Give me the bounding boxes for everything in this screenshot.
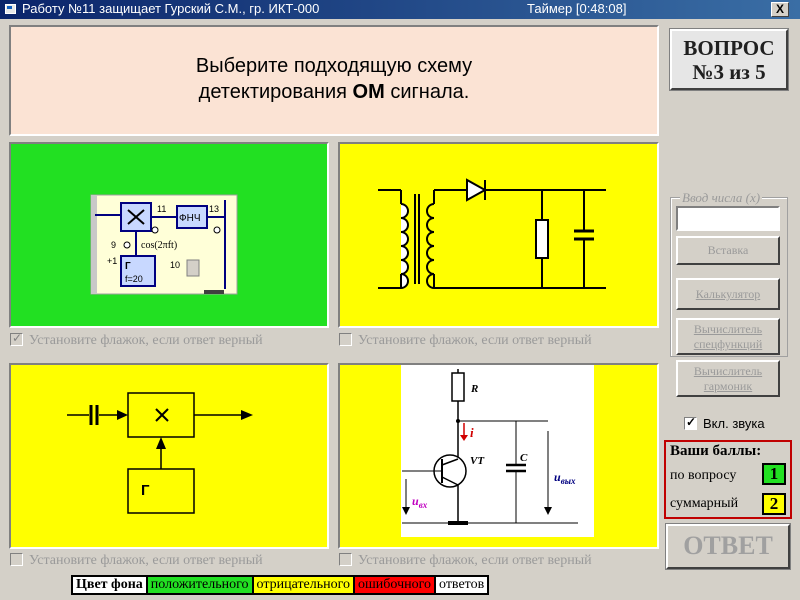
lpf-label: ФНЧ — [179, 213, 201, 224]
legend-answers: ответов — [436, 577, 488, 593]
total-label: суммарный — [670, 496, 739, 511]
per-question-label: по вопросу — [670, 468, 737, 483]
scores-panel: Ваши баллы: по вопросу 1 суммарный 2 — [664, 440, 792, 519]
resistor-r-symbol — [451, 372, 465, 402]
resistor-r-label: R — [470, 383, 478, 395]
question-box: Выберите подходящую схему детектирования… — [9, 25, 659, 136]
pin-9-label: 9 — [111, 240, 116, 250]
checkbox-1-box[interactable] — [10, 331, 23, 346]
option-panel-3[interactable]: Г — [9, 363, 329, 549]
pin-10-label: 10 — [170, 260, 180, 270]
radio-pin-13[interactable] — [213, 226, 221, 234]
app-icon — [5, 4, 16, 14]
radio-pin-11[interactable] — [151, 226, 159, 234]
option-4-checkbox-label: Установите флажок, если ответ верный — [358, 553, 592, 568]
legend-negative: отрицательного — [253, 577, 356, 593]
option-1-checkbox-label: Установите флажок, если ответ верный — [29, 333, 263, 348]
number-input-legend: Ввод числа (x) — [680, 190, 763, 206]
current-i-label: i — [470, 425, 474, 440]
pin-13-label: 13 — [209, 204, 219, 214]
checkbox-2-box[interactable] — [339, 333, 352, 346]
cos-label: cos(2πft) — [141, 240, 177, 251]
sound-checkbox[interactable] — [684, 415, 697, 430]
option-3-checkbox-label: Установите флажок, если ответ верный — [29, 553, 263, 568]
number-input-field[interactable] — [676, 206, 780, 231]
option-panel-4[interactable]: R i VT C uвх uвых — [338, 363, 659, 549]
question-number-line-1: ВОПРОС — [683, 36, 775, 60]
color-legend: Цвет фона положительного отрицательного … — [71, 575, 490, 595]
calculator-button[interactable]: Калькулятор — [676, 278, 780, 310]
close-button[interactable]: X — [771, 2, 789, 17]
resistor-symbol — [535, 219, 549, 259]
frequency-label: f=20 — [125, 274, 143, 284]
timer-text: Таймер [0:48:08] — [527, 1, 627, 16]
option-panel-1[interactable]: ФНЧ 11 13 9 cos(2πft) +1 Г f=20 10 — [9, 142, 329, 328]
generator-block — [127, 468, 195, 514]
question-text-pre: детектирования — [198, 81, 353, 103]
diagram-diode-detector — [378, 178, 606, 289]
total-score: 2 — [762, 493, 786, 515]
question-line-2: детектирования ОМ сигнала. — [11, 79, 657, 105]
diagram-scroll-thumb — [204, 290, 224, 294]
legend-title: Цвет фона — [73, 577, 148, 593]
diagram-multiplier-generator: Г — [67, 392, 253, 514]
option-1-checkbox[interactable]: Установите флажок, если ответ верный — [10, 331, 263, 349]
legend-positive: положительного — [147, 577, 254, 593]
sound-toggle[interactable]: Вкл. звука — [684, 415, 765, 431]
special-functions-line-1: Вычислитель — [693, 322, 763, 336]
harmonic-line-1: Вычислитель — [693, 364, 763, 378]
plus1-label: +1 — [107, 256, 117, 266]
diagram-white-area — [401, 365, 594, 537]
special-functions-line-2: спецфункций — [693, 337, 763, 351]
option-2-checkbox-label: Установите флажок, если ответ верный — [358, 333, 592, 348]
question-number-line-2: №3 из 5 — [692, 60, 766, 84]
question-number-badge: ВОПРОС №3 из 5 — [670, 29, 788, 90]
spin-control[interactable] — [186, 259, 200, 277]
diagram-transistor-amplifier: R i VT C uвх uвых — [401, 365, 594, 537]
harmonic-calculator-button[interactable]: Вычислитель гармоник — [676, 360, 780, 397]
transistor-vt-label: VT — [470, 455, 485, 467]
question-text-bold: ОМ — [352, 81, 385, 103]
sound-label: Вкл. звука — [703, 416, 765, 431]
scores-title: Ваши баллы: — [670, 443, 762, 459]
checkbox-3-box[interactable] — [10, 553, 23, 566]
radio-pin-9[interactable] — [123, 241, 131, 249]
diagram-left-bar — [91, 195, 97, 294]
per-question-score: 1 — [762, 463, 786, 485]
legend-wrong: ошибочного — [355, 577, 436, 593]
window-title: Работу №11 защищает Гурский С.М., гр. ИК… — [22, 1, 320, 16]
capacitor-c-label: C — [520, 452, 528, 464]
question-text-post: сигнала. — [384, 81, 470, 103]
harmonic-line-2: гармоник — [703, 379, 753, 393]
title-bar: Работу №11 защищает Гурский С.М., гр. ИК… — [0, 0, 800, 19]
insert-button[interactable]: Вставка — [676, 236, 780, 265]
option-2-checkbox[interactable]: Установите флажок, если ответ верный — [339, 333, 592, 349]
option-3-checkbox[interactable]: Установите флажок, если ответ верный — [10, 553, 263, 569]
option-4-checkbox[interactable]: Установите флажок, если ответ верный — [339, 553, 592, 569]
diode-symbol — [466, 178, 488, 202]
option-panel-2[interactable] — [338, 142, 659, 328]
checkbox-4-box[interactable] — [339, 553, 352, 566]
diagram-multiplier-lpf: ФНЧ 11 13 9 cos(2πft) +1 Г f=20 10 — [90, 194, 238, 295]
answer-button[interactable]: ОТВЕТ — [666, 524, 790, 569]
question-line-1: Выберите подходящую схему — [195, 55, 473, 77]
pin-11-label: 11 — [157, 204, 166, 214]
special-functions-button[interactable]: Вычислитель спецфункций — [676, 318, 780, 355]
generator-label: Г — [141, 482, 150, 499]
generator-label: Г — [125, 261, 131, 272]
